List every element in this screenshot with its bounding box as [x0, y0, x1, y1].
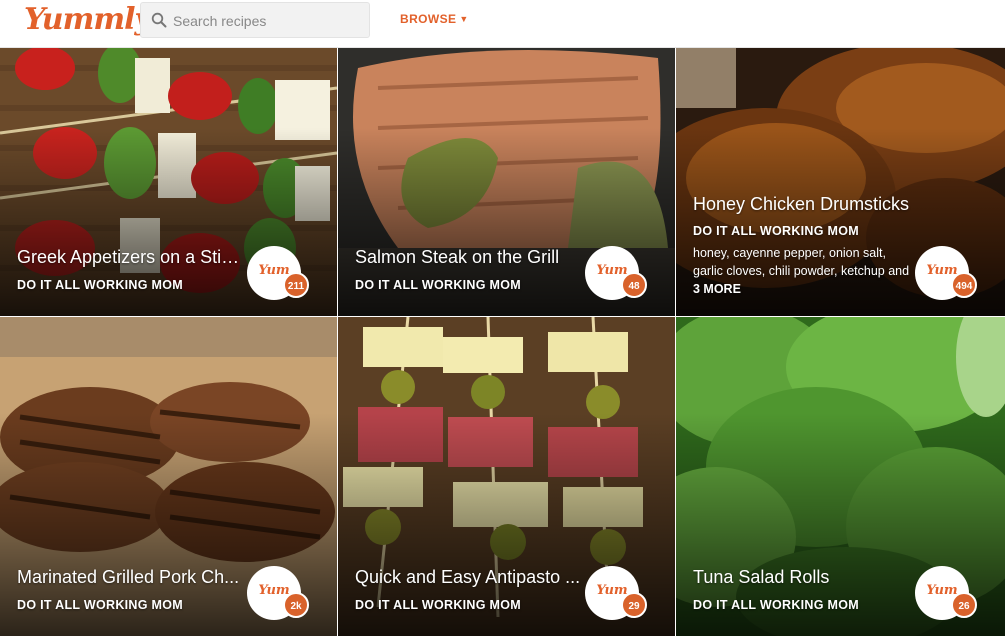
- recipe-card[interactable]: Quick and Easy Antipasto ... DO IT ALL W…: [338, 317, 675, 636]
- recipe-title[interactable]: Tuna Salad Rolls: [693, 567, 921, 588]
- search-icon: [151, 12, 167, 28]
- recipe-source[interactable]: DO IT ALL WORKING MOM: [693, 598, 859, 612]
- recipe-source[interactable]: DO IT ALL WORKING MOM: [17, 278, 183, 292]
- yum-count-badge: 48: [621, 272, 647, 298]
- search-box[interactable]: [140, 2, 370, 39]
- recipe-title[interactable]: Salmon Steak on the Grill: [355, 247, 583, 268]
- yum-count-badge: 494: [951, 272, 977, 298]
- yum-count-badge: 26: [951, 592, 977, 618]
- yum-button[interactable]: Yum 494: [915, 246, 977, 300]
- search-input[interactable]: [171, 3, 370, 39]
- recipe-grid: Greek Appetizers on a Stic... DO IT ALL …: [0, 48, 1005, 636]
- ingredients-more-link[interactable]: 3 MORE: [693, 282, 741, 296]
- yum-count-badge: 2k: [283, 592, 309, 618]
- recipe-ingredients: honey, cayenne pepper, onion salt, garli…: [693, 244, 911, 298]
- recipe-card[interactable]: Honey Chicken Drumsticks DO IT ALL WORKI…: [676, 48, 1005, 316]
- recipe-source[interactable]: DO IT ALL WORKING MOM: [355, 598, 521, 612]
- recipe-card[interactable]: Tuna Salad Rolls DO IT ALL WORKING MOM Y…: [676, 317, 1005, 636]
- recipe-source[interactable]: DO IT ALL WORKING MOM: [355, 278, 521, 292]
- caret-down-icon: ▼: [459, 14, 469, 24]
- recipe-card[interactable]: Salmon Steak on the Grill DO IT ALL WORK…: [338, 48, 675, 316]
- top-navigation-bar: YummlyTM BROWSE▼: [0, 0, 1005, 48]
- yum-button[interactable]: Yum 211: [247, 246, 309, 300]
- yum-button[interactable]: Yum 2k: [247, 566, 309, 620]
- recipe-title[interactable]: Quick and Easy Antipasto ...: [355, 567, 583, 588]
- recipe-title[interactable]: Greek Appetizers on a Stic...: [17, 247, 245, 268]
- yum-button[interactable]: Yum 29: [585, 566, 647, 620]
- recipe-title[interactable]: Honey Chicken Drumsticks: [693, 194, 933, 215]
- browse-menu-button[interactable]: BROWSE ▼: [400, 12, 469, 26]
- recipe-source[interactable]: DO IT ALL WORKING MOM: [693, 224, 859, 238]
- yum-button[interactable]: Yum 26: [915, 566, 977, 620]
- recipe-card[interactable]: Greek Appetizers on a Stic... DO IT ALL …: [0, 48, 337, 316]
- recipe-source[interactable]: DO IT ALL WORKING MOM: [17, 598, 183, 612]
- recipe-title[interactable]: Marinated Grilled Pork Ch...: [17, 567, 245, 588]
- ingredients-text: honey, cayenne pepper, onion salt, garli…: [693, 246, 910, 278]
- yum-count-badge: 29: [621, 592, 647, 618]
- yum-count-badge: 211: [283, 272, 309, 298]
- yum-button[interactable]: Yum 48: [585, 246, 647, 300]
- logo-text: Yummly: [24, 2, 152, 37]
- browse-label: BROWSE: [400, 12, 457, 26]
- recipe-card[interactable]: Marinated Grilled Pork Ch... DO IT ALL W…: [0, 317, 337, 636]
